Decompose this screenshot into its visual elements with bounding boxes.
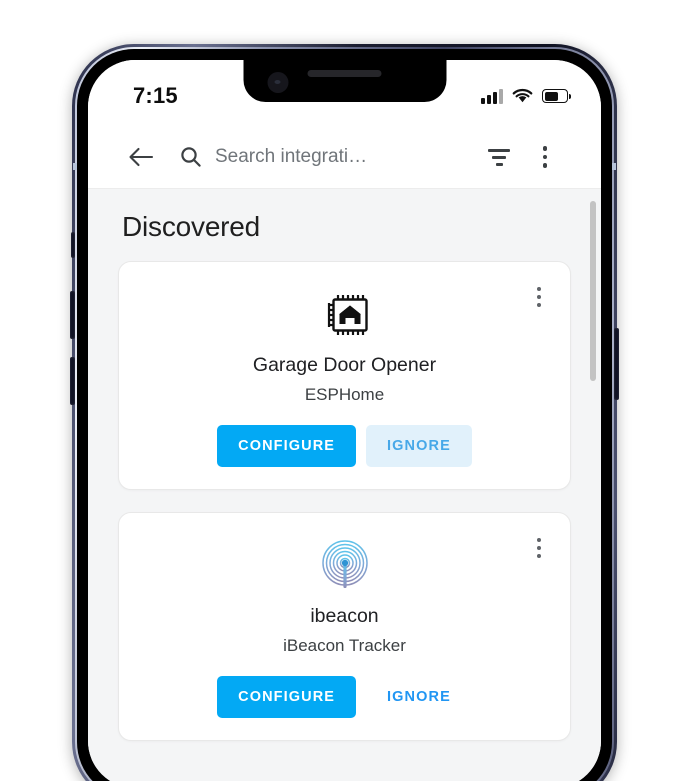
silent-switch-button[interactable] [71,232,75,258]
phone-screen: 7:15 Search integrati… Discovered Garage… [88,60,601,781]
overflow-menu-icon [537,287,541,307]
earpiece-speaker-icon [307,70,382,77]
ignore-button[interactable]: IGNORE [366,676,472,718]
card-overflow-menu-button[interactable] [526,535,552,561]
search-field[interactable]: Search integrati… [180,146,476,168]
ibeacon-signal-icon [321,540,368,588]
scroll-container: Discovered Garage Door Opener ESPHome CO… [88,189,601,741]
ignore-button[interactable]: IGNORE [366,425,472,467]
filter-button[interactable] [476,134,522,180]
card-logo [137,537,552,595]
phone-frame: 7:15 Search integrati… Discovered Garage… [72,44,617,781]
card-title: ibeacon [310,605,379,627]
phone-bezel: 7:15 Search integrati… Discovered Garage… [77,49,612,781]
vertical-scrollbar[interactable] [590,201,596,381]
phone-frame-rim: 7:15 Search integrati… Discovered Garage… [75,47,614,781]
volume-down-button[interactable] [70,357,75,405]
battery-fill [544,91,558,101]
card-subtitle: iBeacon Tracker [283,636,406,655]
overflow-menu-icon [537,538,541,558]
card-title: Garage Door Opener [252,354,437,376]
back-arrow-icon [129,147,154,167]
phone-notch [243,60,446,102]
status-time: 7:15 [133,83,178,108]
back-button[interactable] [118,134,164,180]
overflow-menu-button[interactable] [522,134,568,180]
card-actions: CONFIGURE IGNORE [137,425,552,467]
esphome-chip-icon [327,295,368,335]
cellular-signal-icon [481,88,503,104]
search-input-placeholder[interactable]: Search integrati… [215,146,367,168]
card-logo [137,286,552,344]
front-camera-icon [267,72,288,93]
filter-list-icon [488,148,510,166]
antenna-band-left [73,163,77,170]
discovered-card-ibeacon[interactable]: ibeacon iBeacon Tracker CONFIGURE IGNORE [118,512,571,741]
screenshot-stage: 7:15 Search integrati… Discovered Garage… [0,0,689,781]
discovered-content-area: Discovered Garage Door Opener ESPHome CO… [88,188,601,781]
volume-up-button[interactable] [70,291,75,339]
overflow-menu-icon [542,146,548,168]
discovered-card-garage-door-opener[interactable]: Garage Door Opener ESPHome CONFIGURE IGN… [118,261,571,490]
configure-button[interactable]: CONFIGURE [217,676,357,718]
card-subtitle: ESPHome [304,385,385,404]
card-overflow-menu-button[interactable] [526,284,552,310]
status-icons [481,82,571,104]
section-title-discovered: Discovered [122,211,261,242]
app-bar: Search integrati… [88,126,601,188]
wifi-icon [512,88,533,103]
configure-button[interactable]: CONFIGURE [217,425,357,467]
card-actions: CONFIGURE IGNORE [137,676,552,718]
search-icon [181,147,201,167]
antenna-band-right [612,163,616,170]
power-button[interactable] [614,328,619,400]
battery-icon [542,89,571,103]
